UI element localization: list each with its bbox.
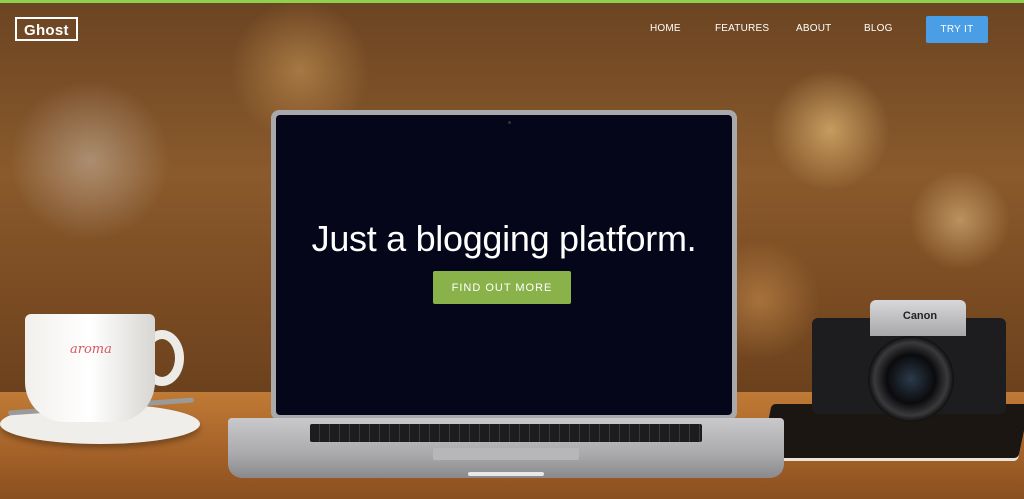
try-it-button[interactable]: TRY IT [926,16,988,43]
cup-brand-text: aroma [70,342,112,357]
top-accent-bar [0,0,1024,3]
laptop-image [271,110,737,420]
find-out-more-button[interactable]: FIND OUT MORE [433,271,571,304]
nav-features[interactable]: FEATURES [715,22,769,36]
nav-blog[interactable]: BLOG [864,22,893,36]
laptop-trackpad [433,448,579,460]
laptop-base [228,418,784,478]
laptop-display [276,115,732,415]
webcam-dot [508,121,511,124]
laptop-front-notch [468,472,544,476]
camera-lens-image [868,336,954,422]
hero-headline: Just a blogging platform. [311,218,697,259]
coffee-cup-image [25,314,155,422]
nav-about[interactable]: ABOUT [796,22,831,36]
laptop-keyboard [310,424,702,442]
camera-brand-text: Canon [902,310,938,322]
hero-section: aroma Canon Ghost HOME FEATURES ABOUT BL… [0,0,1024,499]
ghost-logo[interactable]: Ghost [15,17,78,41]
nav-home[interactable]: HOME [650,22,681,36]
